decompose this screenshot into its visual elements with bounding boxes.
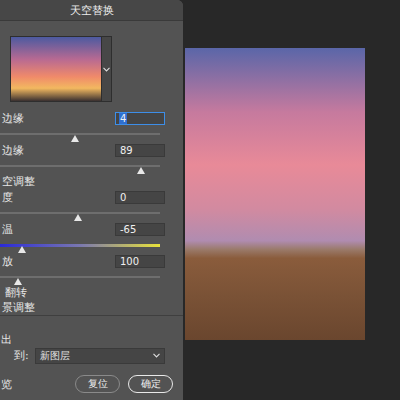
section-header[interactable]: 景调整 xyxy=(0,300,183,316)
slider-thumb[interactable] xyxy=(14,278,22,285)
output-dropdown[interactable]: 新图层 xyxy=(35,348,165,364)
slider-thumb[interactable] xyxy=(74,214,82,221)
sky-replacement-dialog: 天空替换边缘4边缘89空调整度0温-65放100翻转景调整出到:新图层览复位确定 xyxy=(0,0,183,400)
screen: 天空替换边缘4边缘89空调整度0温-65放100翻转景调整出到:新图层览复位确定 xyxy=(0,0,400,400)
slider-track[interactable] xyxy=(0,212,160,214)
slider-track[interactable] xyxy=(0,165,160,167)
slider-thumb[interactable] xyxy=(71,135,79,142)
output-to-label: 到: xyxy=(14,348,29,363)
sky-thumbnail[interactable] xyxy=(10,36,102,102)
slider-label: 边缘 xyxy=(2,143,24,158)
slider-row: 温 -65 xyxy=(0,221,183,253)
sky-photo xyxy=(185,48,365,340)
slider-row: 放 100 xyxy=(0,253,183,285)
reset-button[interactable]: 复位 xyxy=(75,375,120,393)
chevron-down-icon xyxy=(153,353,160,358)
slider-label: 度 xyxy=(2,190,13,205)
preview-label[interactable]: 览 xyxy=(0,377,75,392)
sky-dropdown[interactable] xyxy=(102,36,112,102)
slider-thumb[interactable] xyxy=(18,246,26,253)
option-row[interactable]: 翻转 xyxy=(0,285,183,300)
slider-label: 温 xyxy=(2,222,13,237)
chevron-down-icon xyxy=(103,67,110,72)
value-input[interactable]: -65 xyxy=(115,223,165,236)
slider-track[interactable] xyxy=(0,244,160,247)
slider-label: 放 xyxy=(2,254,13,269)
slider-row: 度0 xyxy=(0,189,183,221)
canvas xyxy=(183,0,400,400)
value-input[interactable]: 100 xyxy=(115,255,165,268)
slider-row: 边缘 4 xyxy=(0,110,183,142)
slider-label: 边缘 xyxy=(2,111,24,126)
output-label: 出 xyxy=(0,332,183,347)
value-input[interactable]: 89 xyxy=(115,144,165,157)
dialog-title: 天空替换 xyxy=(0,0,183,21)
value-input[interactable]: 4 xyxy=(115,112,165,125)
slider-row: 边缘 89 xyxy=(0,142,183,174)
ok-button[interactable]: 确定 xyxy=(128,375,173,393)
slider-thumb[interactable] xyxy=(137,167,145,174)
slider-track[interactable] xyxy=(0,276,160,278)
value-input[interactable]: 0 xyxy=(115,191,165,204)
section-header[interactable]: 空调整 xyxy=(0,174,183,189)
slider-track[interactable] xyxy=(0,133,160,135)
